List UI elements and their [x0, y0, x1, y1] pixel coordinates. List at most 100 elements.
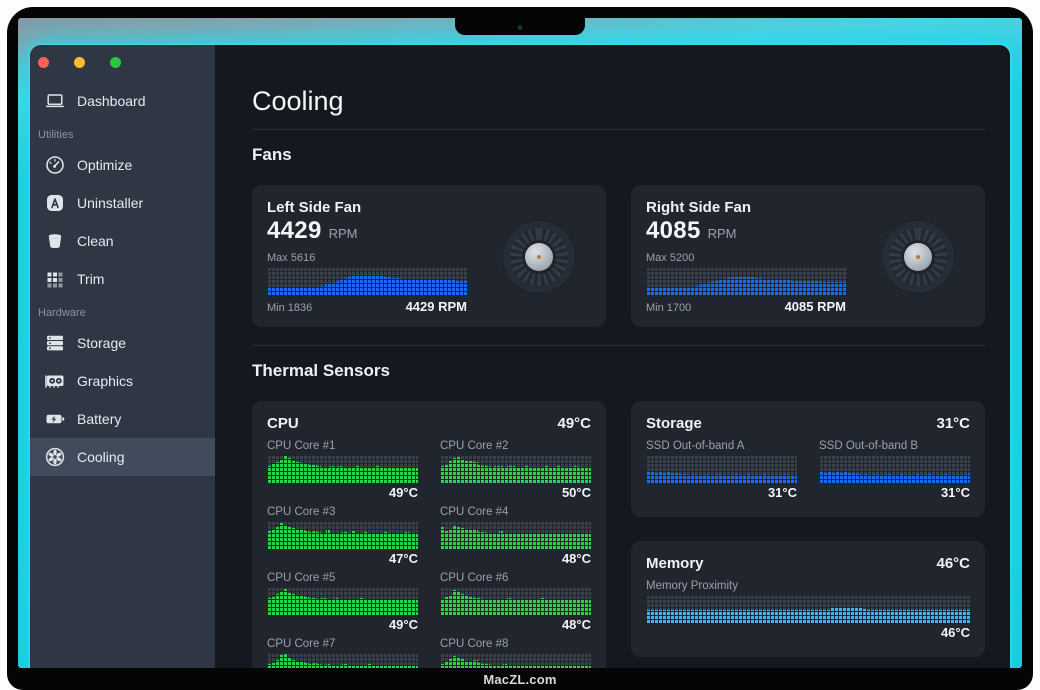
sensor-cpu-core-8: CPU Core #8 48°C	[440, 637, 591, 668]
fan-name: Left Side Fan	[267, 199, 467, 216]
fan-min-label: Min 1836	[267, 302, 312, 315]
sensor-memory-proximity: Memory Proximity 46°C	[646, 579, 970, 640]
sensor-chart	[440, 587, 591, 615]
sensor-cpu-core-4: CPU Core #4 48°C	[440, 505, 591, 566]
gpu-icon	[43, 370, 66, 393]
sensor-chart	[440, 455, 591, 483]
thermal-card-temp: 31°C	[936, 415, 970, 432]
fan-rpm-value: 4085	[646, 218, 701, 244]
sidebar-item-label: Clean	[77, 233, 114, 249]
thermal-card-cpu: CPU 49°C CPU Core #1 49°C CPU Core #2	[252, 401, 606, 668]
grid-icon	[43, 268, 66, 291]
sidebar-item-trim[interactable]: Trim	[30, 260, 215, 298]
fan-max-label: Max 5616	[267, 252, 467, 265]
sidebar-item-label: Trim	[77, 271, 104, 287]
sidebar-item-dashboard[interactable]: Dashboard	[30, 82, 215, 120]
sidebar-item-label: Dashboard	[77, 93, 146, 109]
thermal-right-column: Storage 31°C SSD Out-of-band A 31°C	[631, 401, 985, 668]
main-content: Cooling Fans Left Side Fan 4429 RPM Max …	[215, 45, 1010, 668]
thermal-card-temp: 46°C	[936, 555, 970, 572]
fan-rpm-value: 4429	[267, 218, 322, 244]
divider	[252, 129, 985, 130]
thermal-card-name: CPU	[267, 415, 299, 432]
camera-icon	[518, 25, 523, 30]
sidebar-menu: Dashboard Utilities Optimize Uninstal	[30, 82, 215, 476]
sensor-cpu-core-7: CPU Core #7 48°C	[267, 637, 418, 668]
fans-grid: Left Side Fan 4429 RPM Max 5616 Min 1836…	[252, 185, 985, 327]
laptop-frame: Dashboard Utilities Optimize Uninstal	[0, 0, 1040, 690]
fan-card-right: Right Side Fan 4085 RPM Max 5200 Min 170…	[631, 185, 985, 327]
sensor-chart	[267, 587, 418, 615]
thermal-grid: CPU 49°C CPU Core #1 49°C CPU Core #2	[252, 401, 985, 668]
sensor-cpu-core-3: CPU Core #3 47°C	[267, 505, 418, 566]
sidebar-item-label: Storage	[77, 335, 126, 351]
sidebar-item-battery[interactable]: Battery	[30, 400, 215, 438]
thermal-card-name: Memory	[646, 555, 704, 572]
battery-icon	[43, 408, 66, 431]
screen: Dashboard Utilities Optimize Uninstal	[18, 18, 1022, 668]
thermal-card-memory: Memory 46°C Memory Proximity 46°C	[631, 541, 985, 657]
sidebar-section-hardware: Hardware	[30, 298, 215, 324]
thermal-card-temp: 49°C	[557, 415, 591, 432]
sidebar-item-label: Graphics	[77, 373, 133, 389]
sensor-chart	[646, 455, 797, 483]
thermal-card-storage: Storage 31°C SSD Out-of-band A 31°C	[631, 401, 985, 517]
fan-rpm-unit: RPM	[329, 226, 358, 241]
sidebar-item-uninstaller[interactable]: Uninstaller	[30, 184, 215, 222]
zoom-button[interactable]	[110, 57, 121, 68]
notch	[455, 18, 585, 35]
sidebar-section-utilities: Utilities	[30, 120, 215, 146]
sidebar: Dashboard Utilities Optimize Uninstal	[30, 45, 215, 668]
sidebar-item-storage[interactable]: Storage	[30, 324, 215, 362]
fan-min-label: Min 1700	[646, 302, 691, 315]
sensor-chart	[267, 653, 418, 668]
fan-turbine-icon	[882, 221, 954, 293]
thermal-section-heading: Thermal Sensors	[252, 361, 985, 381]
sidebar-item-label: Battery	[77, 411, 121, 427]
sensor-cpu-core-2: CPU Core #2 50°C	[440, 439, 591, 500]
fan-history-chart	[646, 267, 846, 296]
sidebar-item-cooling[interactable]: Cooling	[30, 438, 215, 476]
sidebar-item-clean[interactable]: Clean	[30, 222, 215, 260]
sensor-ssd-a: SSD Out-of-band A 31°C	[646, 439, 797, 500]
sensor-cpu-core-1: CPU Core #1 49°C	[267, 439, 418, 500]
sensor-ssd-b: SSD Out-of-band B 31°C	[819, 439, 970, 500]
fan-name: Right Side Fan	[646, 199, 846, 216]
sensor-chart	[440, 653, 591, 668]
minimize-button[interactable]	[74, 57, 85, 68]
sensor-cpu-core-5: CPU Core #5 49°C	[267, 571, 418, 632]
fan-current-label: 4085 RPM	[785, 299, 846, 314]
bottom-bezel: MacZL.com	[0, 668, 1040, 690]
sidebar-item-label: Optimize	[77, 157, 132, 173]
trash-icon	[43, 230, 66, 253]
sensor-chart	[440, 521, 591, 549]
fan-card-left: Left Side Fan 4429 RPM Max 5616 Min 1836…	[252, 185, 606, 327]
fan-history-chart	[267, 267, 467, 296]
laptop-icon	[43, 90, 66, 113]
close-button[interactable]	[38, 57, 49, 68]
fan-turbine-icon	[503, 221, 575, 293]
sidebar-item-label: Cooling	[77, 449, 124, 465]
watermark: MacZL.com	[483, 672, 556, 687]
fan-current-label: 4429 RPM	[406, 299, 467, 314]
page-title: Cooling	[252, 85, 985, 117]
appstore-icon	[43, 192, 66, 215]
thermal-card-name: Storage	[646, 415, 702, 432]
sensor-chart	[646, 595, 970, 623]
fans-section-heading: Fans	[252, 145, 985, 165]
sidebar-item-label: Uninstaller	[77, 195, 143, 211]
sidebar-item-graphics[interactable]: Graphics	[30, 362, 215, 400]
sensor-chart	[267, 521, 418, 549]
app-window: Dashboard Utilities Optimize Uninstal	[30, 45, 1010, 668]
window-controls	[30, 45, 215, 80]
gauge-icon	[43, 154, 66, 177]
sidebar-item-optimize[interactable]: Optimize	[30, 146, 215, 184]
sensor-cpu-core-6: CPU Core #6 48°C	[440, 571, 591, 632]
fan-rpm-unit: RPM	[708, 226, 737, 241]
sensor-chart	[267, 455, 418, 483]
sensor-chart	[819, 455, 970, 483]
fan-max-label: Max 5200	[646, 252, 846, 265]
drive-stack-icon	[43, 332, 66, 355]
divider	[252, 345, 985, 346]
fan-icon	[43, 446, 66, 469]
